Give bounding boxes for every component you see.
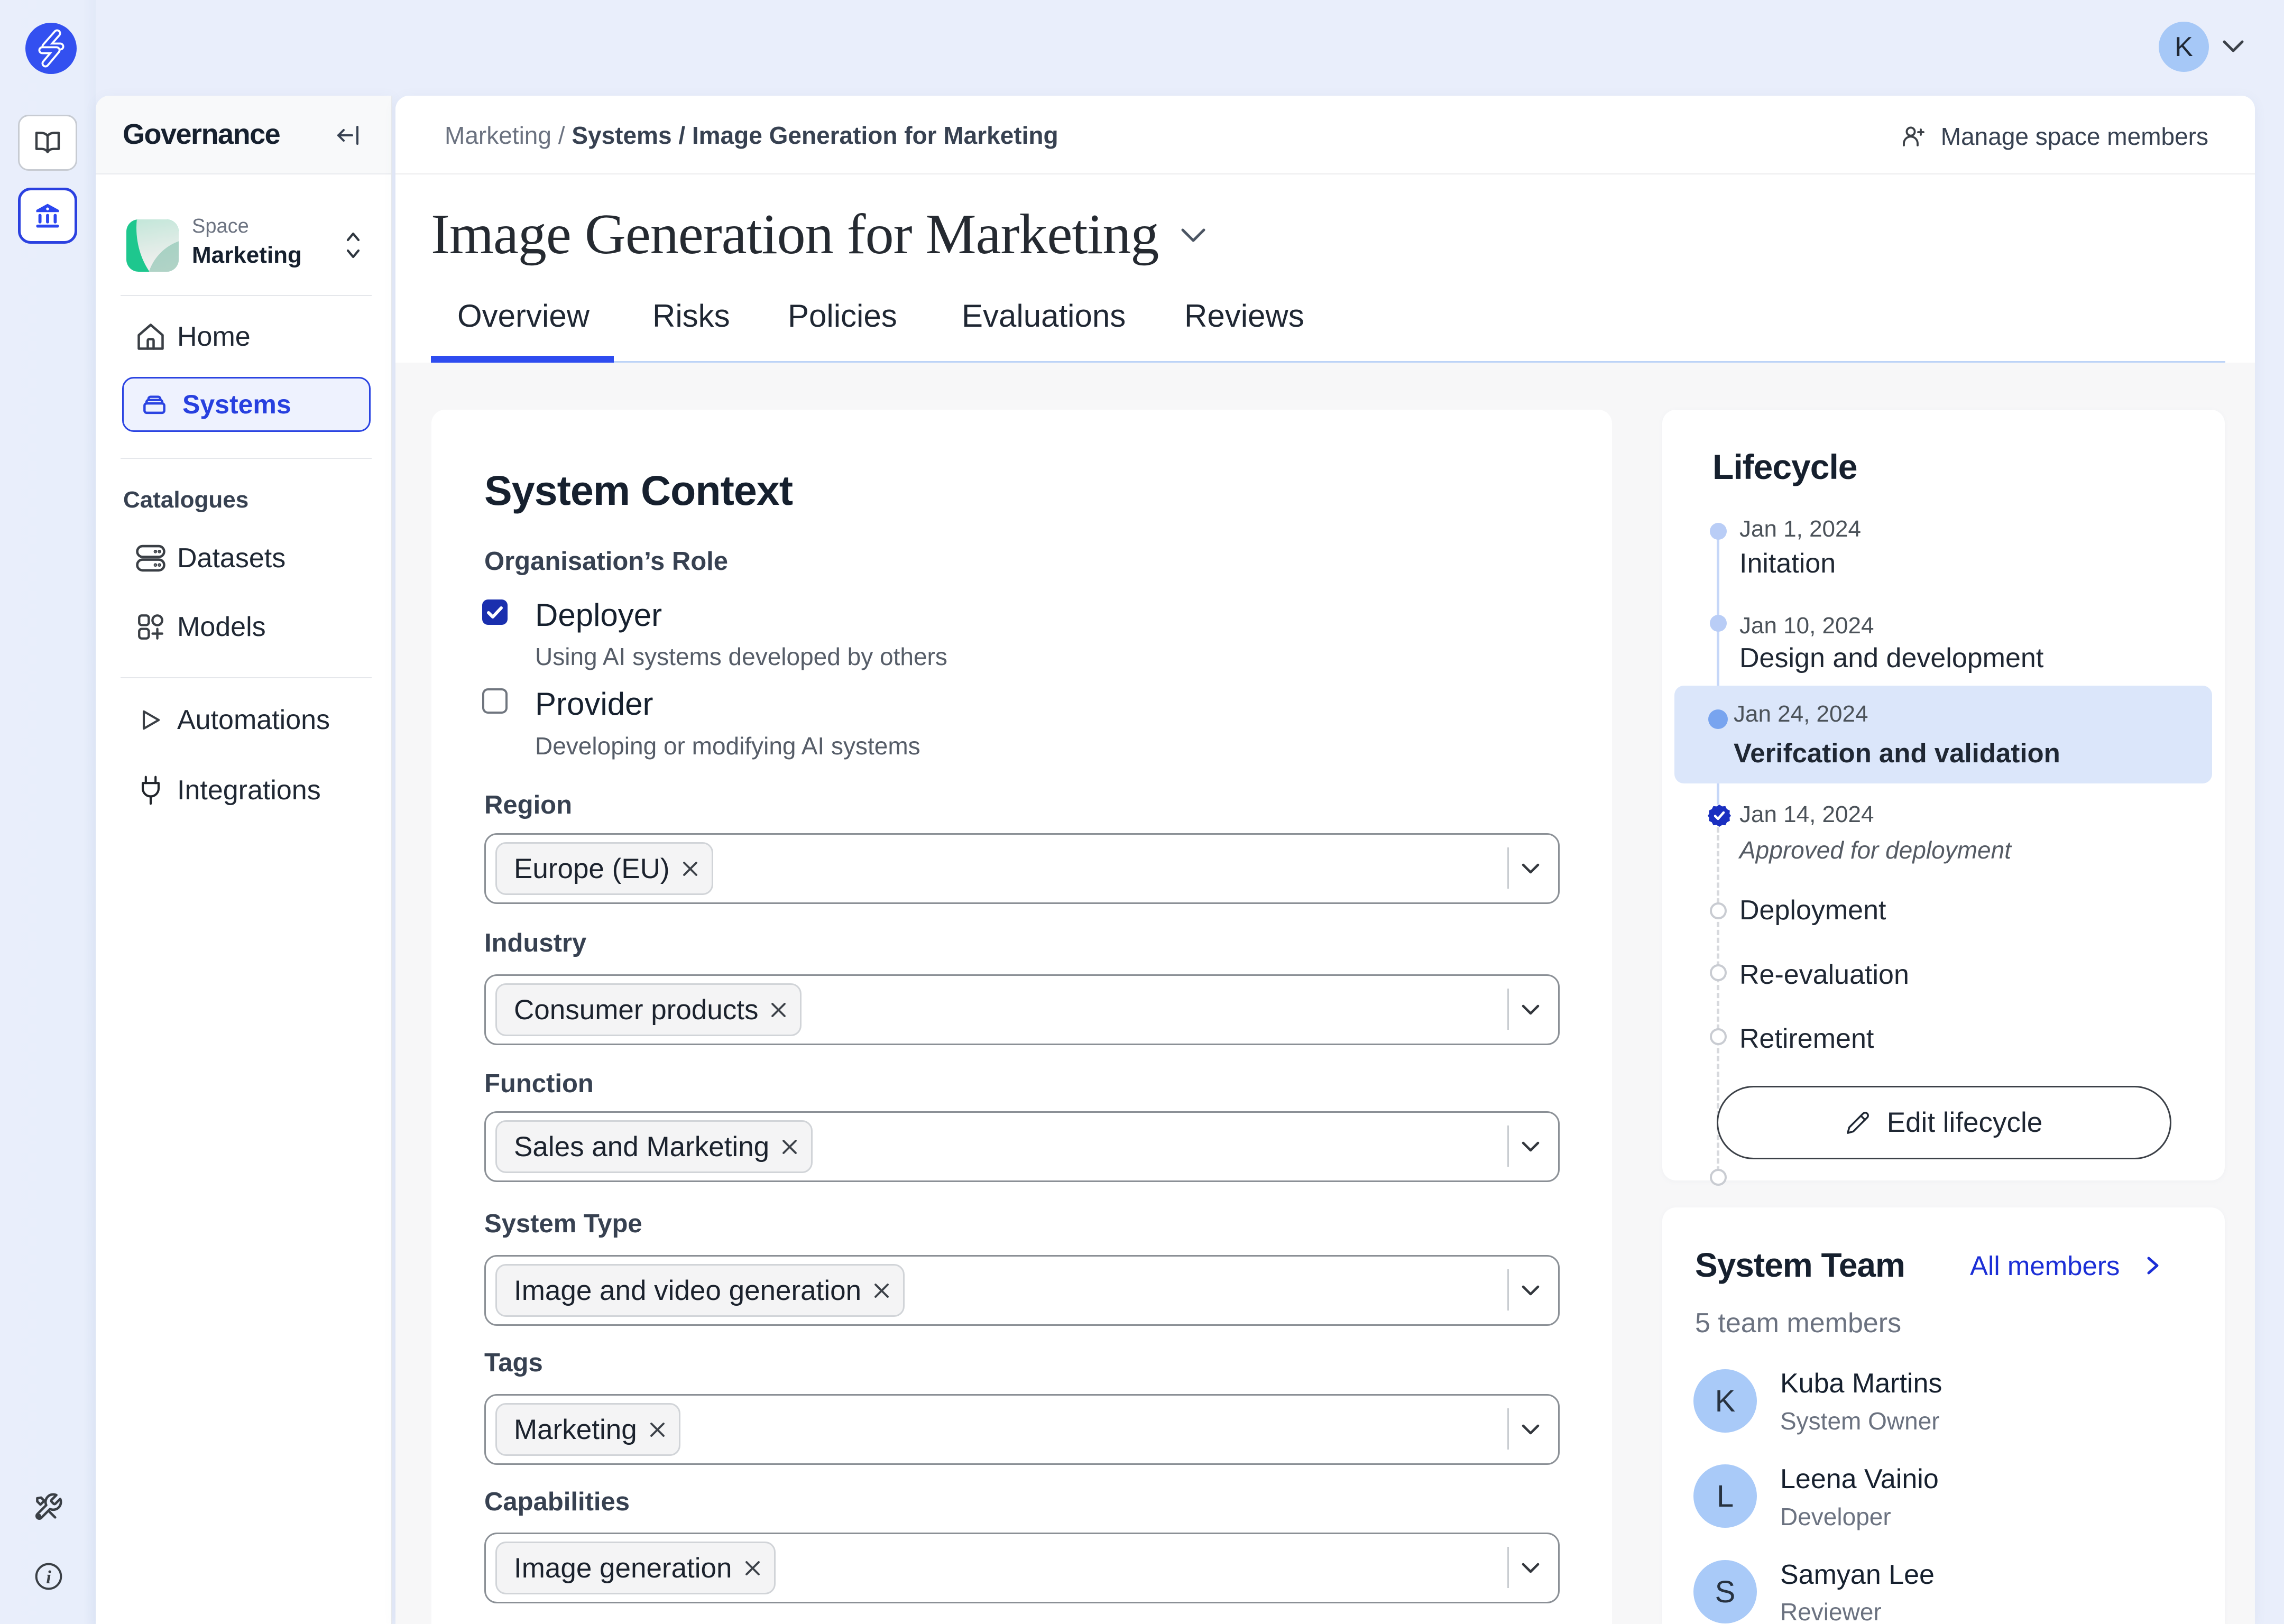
svg-text:i: i: [46, 1567, 51, 1588]
